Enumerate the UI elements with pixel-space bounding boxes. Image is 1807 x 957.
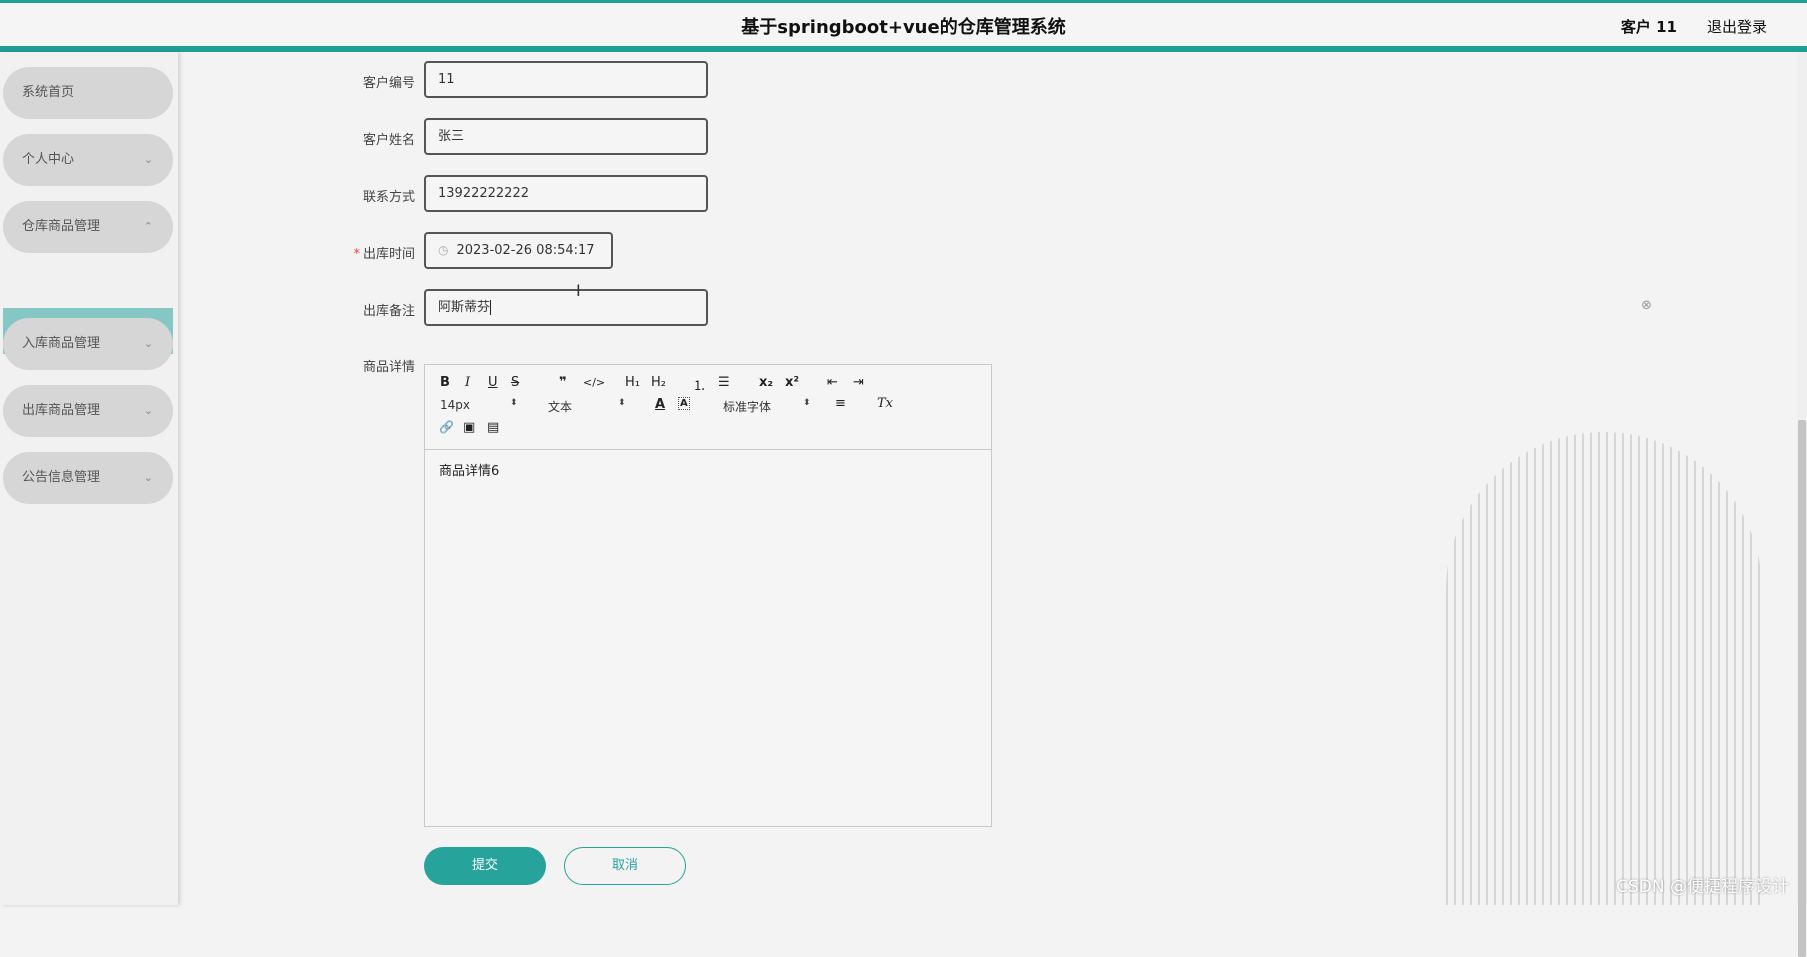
chevron-down-icon: ⌄ <box>143 404 153 417</box>
required-mark: * <box>353 247 360 262</box>
customer-no-label: 客户编号 <box>362 76 415 91</box>
contact-label: 联系方式 <box>362 190 415 205</box>
subscript-button[interactable]: x₂ <box>759 375 773 390</box>
chevron-down-icon: ⌄ <box>143 337 153 350</box>
text-cursor-icon: Ⅰ <box>576 281 581 300</box>
align-button[interactable]: ≡ <box>835 396 846 411</box>
sidebar: 系统首页 个人中心 ⌄ 仓库商品管理 ⌃ 仓库商品 入库商品管理 ⌄ 出库商品管… <box>0 52 178 905</box>
link-icon[interactable]: 🔗 <box>439 420 454 434</box>
font-size-value: 14px <box>440 398 470 412</box>
out-note-label: 出库备注 <box>362 304 415 319</box>
superscript-button[interactable]: x² <box>785 375 799 390</box>
chevron-down-icon: ⌄ <box>143 471 153 484</box>
video-icon[interactable]: ▤ <box>487 420 499 435</box>
chevron-up-icon: ⌃ <box>143 220 153 233</box>
font-family-select[interactable]: 标准字体 ⬍ <box>723 398 813 415</box>
image-icon[interactable]: ▣ <box>463 420 475 435</box>
top-header: 基于springboot+vue的仓库管理系统 客户 11 退出登录 <box>0 0 1807 52</box>
strike-button[interactable]: S <box>511 375 519 390</box>
bullet-list-button[interactable]: ☰ <box>718 375 730 390</box>
sidebar-item-label: 入库商品管理 <box>22 336 101 351</box>
current-user-label: 客户 11 <box>1620 18 1677 36</box>
sidebar-item-label: 公告信息管理 <box>22 470 101 485</box>
clean-format-button[interactable]: Tx <box>877 396 893 411</box>
bold-button[interactable]: B <box>440 375 450 390</box>
sidebar-item-home[interactable]: 系统首页 <box>3 67 173 119</box>
ordered-list-button[interactable]: ⒈ <box>693 375 706 394</box>
font-family-value: 标准字体 <box>723 400 772 414</box>
scrollbar-thumb[interactable] <box>1798 420 1806 957</box>
out-note-field[interactable]: 阿斯蒂芬 <box>424 289 708 326</box>
chevron-down-icon: ⌄ <box>143 153 153 166</box>
text-caret <box>490 300 492 315</box>
sidebar-item-label: 系统首页 <box>22 85 75 100</box>
watermark: CSDN @便捷程序设计 <box>1616 877 1789 897</box>
italic-button[interactable]: I <box>465 375 470 390</box>
out-note-value: 阿斯蒂芬 <box>438 300 491 315</box>
blockquote-button[interactable]: ❞ <box>559 375 567 390</box>
header-value: 文本 <box>548 400 573 414</box>
editor-toolbar: B I U S ❞ </> H₁ H₂ ⒈ ☰ x₂ x² ⇤ ⇥ 14px ⬍ … <box>425 365 991 450</box>
scrollbar[interactable] <box>1797 52 1807 957</box>
sidebar-item-label: 个人中心 <box>22 152 75 167</box>
sidebar-item-notices[interactable]: 公告信息管理 ⌄ <box>3 452 173 504</box>
outdent-button[interactable]: ⇤ <box>827 375 838 390</box>
customer-no-field[interactable]: 11 <box>424 61 708 98</box>
customer-name-label: 客户姓名 <box>362 133 415 148</box>
background-color-button[interactable]: A <box>678 397 690 410</box>
indent-button[interactable]: ⇥ <box>853 375 864 390</box>
logout-link[interactable]: 退出登录 <box>1707 16 1767 37</box>
decorative-circle-pattern <box>1446 432 1762 905</box>
cancel-button[interactable]: 取消 <box>564 847 686 885</box>
clock-icon: ◷ <box>438 243 449 257</box>
sidebar-item-personal-center[interactable]: 个人中心 ⌄ <box>3 134 173 186</box>
sidebar-item-outbound-goods[interactable]: 出库商品管理 ⌄ <box>3 385 173 437</box>
font-color-button[interactable]: A <box>655 397 665 412</box>
underline-button[interactable]: U <box>488 375 498 390</box>
sidebar-item-label: 仓库商品管理 <box>22 219 101 234</box>
select-arrows-icon: ⬍ <box>803 398 811 408</box>
submit-button[interactable]: 提交 <box>424 847 546 885</box>
font-size-select[interactable]: 14px ⬍ <box>440 398 520 412</box>
out-time-value: 2023-02-26 08:54:17 <box>456 243 595 258</box>
sidebar-item-inbound-goods[interactable]: 入库商品管理 ⌄ <box>3 318 173 370</box>
customer-name-field[interactable]: 张三 <box>424 118 708 155</box>
sidebar-item-label: 出库商品管理 <box>22 403 101 418</box>
header2-button[interactable]: H₂ <box>651 375 666 390</box>
select-arrows-icon: ⬍ <box>510 398 518 408</box>
out-time-label-text: 出库时间 <box>362 247 415 262</box>
sidebar-item-warehouse-goods[interactable]: 仓库商品管理 ⌃ <box>3 201 173 253</box>
header-select[interactable]: 文本 ⬍ <box>548 398 628 415</box>
out-time-label: * 出库时间 <box>295 243 415 262</box>
select-arrows-icon: ⬍ <box>618 398 626 408</box>
out-time-picker[interactable]: ◷ 2023-02-26 08:54:17 <box>424 232 613 269</box>
editor-content[interactable]: 商品详情6 <box>425 450 991 489</box>
contact-field[interactable]: 13922222222 <box>424 175 708 212</box>
app-title: 基于springboot+vue的仓库管理系统 <box>741 17 1066 38</box>
rich-text-editor[interactable]: B I U S ❞ </> H₁ H₂ ⒈ ☰ x₂ x² ⇤ ⇥ 14px ⬍ … <box>424 364 992 827</box>
code-button[interactable]: </> <box>583 376 605 389</box>
details-label: 商品详情 <box>362 360 415 375</box>
header1-button[interactable]: H₁ <box>625 375 640 390</box>
close-circle-icon[interactable]: ⊗ <box>1641 298 1652 313</box>
